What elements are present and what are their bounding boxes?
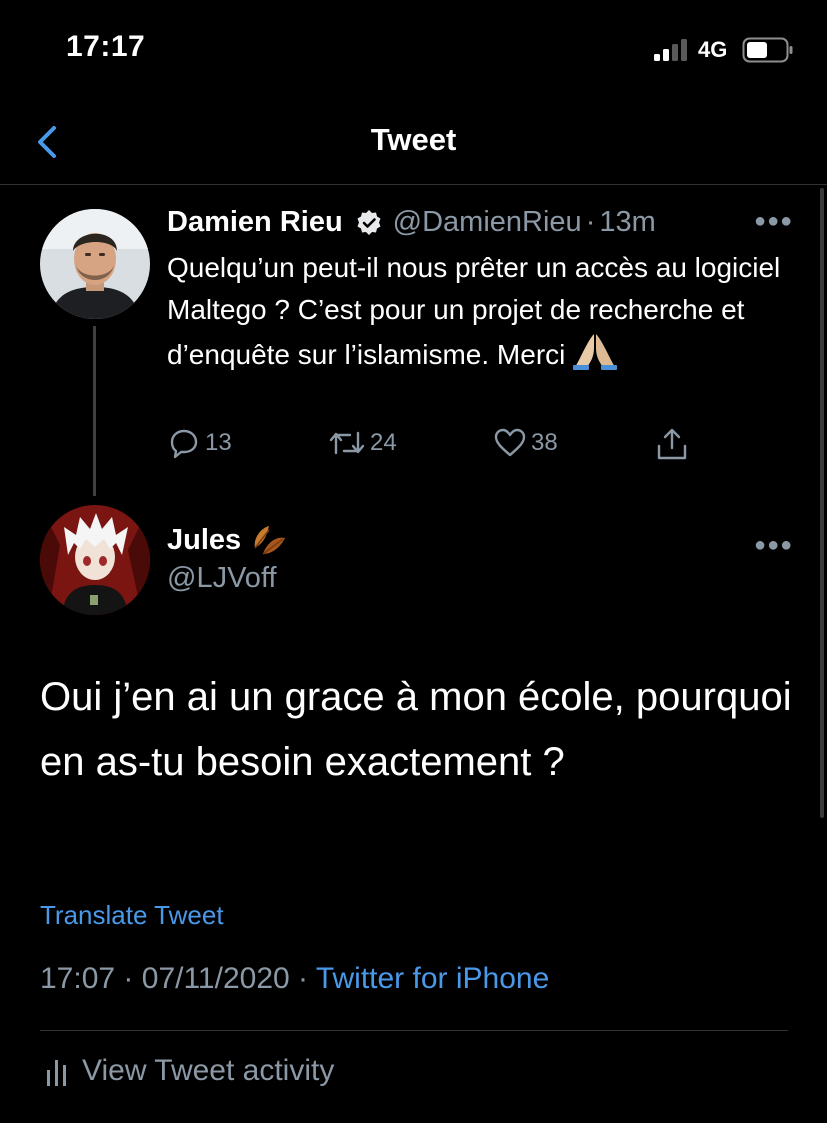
heart-icon bbox=[494, 428, 526, 457]
retweet-button[interactable]: 24 bbox=[328, 426, 397, 460]
retweet-count: 24 bbox=[370, 429, 397, 456]
reply-button[interactable]: 13 bbox=[167, 426, 232, 460]
nav-divider bbox=[0, 184, 827, 185]
scrollbar[interactable] bbox=[820, 188, 824, 818]
more-options-icon[interactable]: ●●● bbox=[754, 210, 793, 233]
author-handle[interactable]: @LJVoff bbox=[167, 562, 277, 595]
meta-separator: · bbox=[585, 206, 596, 238]
tweet-source-link[interactable]: Twitter for iPhone bbox=[316, 962, 549, 995]
share-icon bbox=[657, 428, 687, 460]
reply-count: 13 bbox=[205, 429, 232, 456]
parent-tweet-text: Quelqu’un peut-il nous prêter un accès a… bbox=[167, 247, 807, 376]
parent-tweet-body: Quelqu’un peut-il nous prêter un accès a… bbox=[167, 252, 781, 370]
tweet-date: 07/11/2020 bbox=[141, 962, 290, 995]
damien-rieu-avatar[interactable] bbox=[40, 209, 150, 319]
divider bbox=[40, 1030, 788, 1031]
like-count: 38 bbox=[531, 429, 558, 456]
verified-badge-icon bbox=[357, 209, 381, 235]
author-handle[interactable]: @DamienRieu bbox=[393, 206, 582, 239]
fallen-leaf-emoji-icon bbox=[254, 526, 286, 555]
retweet-icon bbox=[329, 431, 365, 455]
status-bar-time: 17:17 bbox=[66, 30, 146, 63]
main-tweet-author-row: Jules bbox=[167, 520, 289, 560]
analytics-bars-icon bbox=[47, 1060, 66, 1086]
tweet-time: 17:07 bbox=[40, 962, 116, 995]
network-type: 4G bbox=[698, 37, 728, 62]
cellular-signal-icon bbox=[654, 39, 687, 61]
meta-separator: · bbox=[123, 962, 134, 995]
view-tweet-activity-label: View Tweet activity bbox=[82, 1054, 335, 1087]
share-button[interactable] bbox=[654, 426, 694, 462]
folded-hands-emoji-icon bbox=[573, 334, 618, 370]
view-tweet-activity-button[interactable]: View Tweet activity bbox=[46, 1054, 334, 1088]
reply-icon bbox=[170, 429, 198, 459]
main-tweet-text: Oui j’en ai un grace à mon école, pourqu… bbox=[40, 675, 792, 784]
tweet-age: 13m bbox=[599, 206, 656, 238]
battery-icon bbox=[742, 37, 793, 63]
author-name[interactable]: Jules bbox=[167, 524, 241, 557]
parent-tweet-header: Damien Rieu @DamienRieu · 13m bbox=[167, 206, 656, 239]
author-name[interactable]: Damien Rieu bbox=[167, 206, 343, 239]
thread-connector-line bbox=[93, 326, 96, 496]
page-title: Tweet bbox=[370, 122, 457, 157]
meta-separator: · bbox=[298, 962, 309, 995]
like-button[interactable]: 38 bbox=[493, 426, 558, 460]
more-options-icon[interactable]: ●●● bbox=[754, 534, 793, 557]
translate-tweet-link[interactable]: Translate Tweet bbox=[40, 900, 224, 931]
tweet-metadata: 17:07 · 07/11/2020 · Twitter for iPhone bbox=[40, 962, 549, 996]
jules-avatar[interactable] bbox=[40, 505, 150, 615]
